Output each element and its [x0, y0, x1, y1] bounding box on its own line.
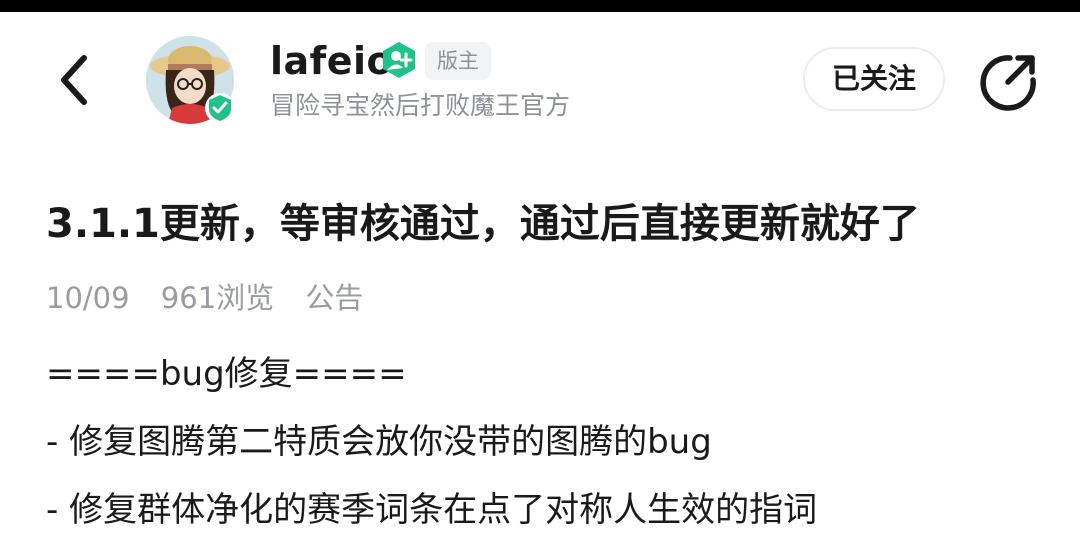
share-button[interactable] — [976, 50, 1040, 114]
author-avatar[interactable] — [146, 36, 238, 128]
status-bar — [0, 0, 1080, 12]
author-bio: 冒险寻宝然后打败魔王官方 — [270, 91, 571, 120]
share-icon — [980, 55, 1036, 111]
verified-check-icon — [204, 92, 236, 124]
post-body: ====bug修复==== - 修复图腾第二特质会放你没带的图腾的bug - 修… — [46, 340, 1046, 544]
follow-button[interactable]: 已关注 — [803, 47, 945, 111]
post-views: 961浏览 — [160, 281, 275, 315]
moderator-icon — [379, 40, 419, 80]
post-category[interactable]: 公告 — [305, 281, 363, 315]
body-line: - 修复群体净化的赛季词条在点了对称人生效的指词 — [46, 490, 818, 530]
body-line: ====bug修复==== — [46, 354, 407, 394]
back-button[interactable] — [50, 50, 98, 110]
body-line: - 修复图腾第二特质会放你没带的图腾的bug — [46, 422, 712, 462]
role-badge: 版主 — [425, 42, 491, 80]
chevron-left-icon — [61, 55, 87, 105]
post-meta: 10/09 961浏览 公告 — [46, 276, 385, 320]
author-name[interactable]: lafeio — [270, 36, 393, 86]
post-date: 10/09 — [46, 281, 130, 315]
post-title: 3.1.1更新，等审核通过，通过后直接更新就好了 — [46, 201, 920, 247]
